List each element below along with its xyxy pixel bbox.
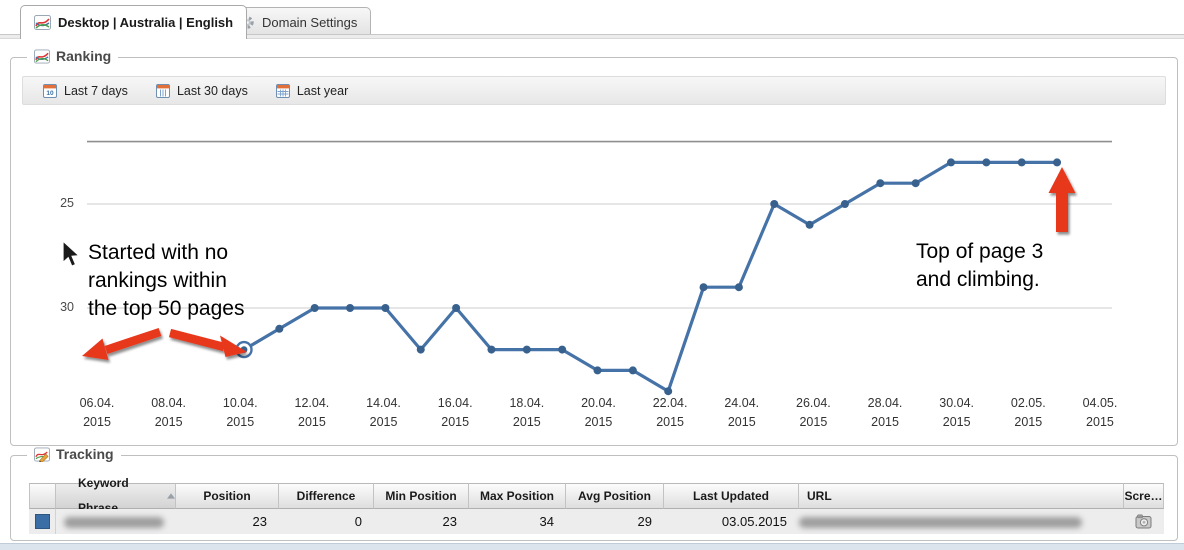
x-axis-tick: 30.04.2015 [921,394,993,432]
data-point[interactable] [523,346,531,354]
column-header-difference[interactable]: Difference [279,483,374,509]
toolbar-button-label: Last 7 days [64,84,128,98]
keyword-cell [56,509,176,534]
y-axis-tick: 25 [48,196,74,210]
data-point[interactable] [982,158,990,166]
data-point[interactable] [417,346,425,354]
column-header-url[interactable]: URL [799,483,1124,509]
last-7-days-button[interactable]: 10 Last 7 days [29,77,142,104]
data-point[interactable] [241,346,248,353]
max-position-cell: 34 [469,509,566,534]
tab-label: Desktop | Australia | English [58,15,233,30]
sort-ascending-icon [167,493,175,499]
annotation-right: Top of page 3 and climbing. [916,238,1043,294]
x-axis-tick: 08.04.2015 [133,394,205,432]
url-cell [799,509,1124,534]
data-point[interactable] [912,179,920,187]
data-point[interactable] [841,200,849,208]
column-header-max-position[interactable]: Max Position [469,483,566,509]
tracking-edit-icon [34,447,50,462]
x-axis-tick: 26.04.2015 [777,394,849,432]
svg-text:10: 10 [46,90,54,97]
chart-lines-icon [34,15,51,30]
x-axis-tick: 10.04.2015 [204,394,276,432]
series-color-swatch [35,514,50,529]
avg-position-cell: 29 [566,509,664,534]
last-30-days-button[interactable]: Last 30 days [142,77,262,104]
series-swatch-cell [29,509,56,534]
ranking-chart-icon [34,49,50,64]
tab-label: Domain Settings [262,15,357,30]
tracking-panel: Tracking Keyword Phrase Position Differe… [10,455,1178,541]
camera-icon[interactable] [1135,514,1153,529]
toolbar-button-label: Last 30 days [177,84,248,98]
data-point[interactable] [876,179,884,187]
x-axis-tick: 02.05.2015 [992,394,1064,432]
data-point[interactable] [558,346,566,354]
tracking-legend: Tracking [27,446,121,462]
data-point[interactable] [735,283,743,291]
data-point[interactable] [700,283,708,291]
data-point[interactable] [664,387,672,395]
data-point[interactable] [947,158,955,166]
toolbar-button-label: Last year [297,84,348,98]
calendar-7-icon: 10 [43,83,57,98]
position-cell: 23 [176,509,279,534]
panel-title: Tracking [56,446,114,462]
x-axis-tick: 16.04.2015 [419,394,491,432]
x-axis-tick: 20.04.2015 [562,394,634,432]
data-point[interactable] [1053,158,1061,166]
tab-domain-settings[interactable]: Domain Settings [226,7,371,36]
tracking-table: Keyword Phrase Position Difference Min P… [29,483,1164,534]
annotation-left: Started with no rankings within the top … [88,239,244,323]
blurred-url [799,517,1082,528]
column-header-keyword-phrase[interactable]: Keyword Phrase [56,483,176,509]
data-point[interactable] [806,221,814,229]
y-axis-tick: 30 [48,300,74,314]
data-point[interactable] [770,200,778,208]
last-updated-cell: 03.05.2015 [664,509,799,534]
column-header-min-position[interactable]: Min Position [374,483,469,509]
last-year-button[interactable]: Last year [262,77,362,104]
screenshot-cell [1124,509,1164,534]
column-header-last-updated[interactable]: Last Updated [664,483,799,509]
x-axis-tick: 28.04.2015 [849,394,921,432]
table-header-row: Keyword Phrase Position Difference Min P… [29,483,1164,509]
data-point[interactable] [594,366,602,374]
min-position-cell: 23 [374,509,469,534]
x-axis-tick: 24.04.2015 [706,394,778,432]
tab-desktop-australia-english[interactable]: Desktop | Australia | English [20,5,247,39]
x-axis-tick: 18.04.2015 [491,394,563,432]
calendar-30-icon [156,83,170,98]
ranking-legend: Ranking [27,48,118,64]
column-header-screenshot[interactable]: Scre… [1124,483,1164,509]
column-header-position[interactable]: Position [176,483,279,509]
date-range-toolbar: 10 Last 7 days Last 30 days Last year [22,76,1166,105]
table-row[interactable]: 23 0 23 34 29 03.05.2015 [29,509,1164,534]
column-header-avg-position[interactable]: Avg Position [566,483,664,509]
column-header-select[interactable] [29,483,56,509]
data-point[interactable] [381,304,389,312]
data-point[interactable] [487,346,495,354]
x-axis-tick: 04.05.2015 [1064,394,1136,432]
calendar-year-icon [276,83,290,98]
data-point[interactable] [275,325,283,333]
data-point[interactable] [629,366,637,374]
data-point[interactable] [346,304,354,312]
blurred-keyword [64,517,164,528]
panel-title: Ranking [56,48,111,64]
data-point[interactable] [311,304,319,312]
x-axis-tick: 14.04.2015 [348,394,420,432]
data-point[interactable] [1018,158,1026,166]
data-point[interactable] [452,304,460,312]
x-axis-tick: 22.04.2015 [634,394,706,432]
x-axis-tick: 06.04.2015 [61,394,133,432]
x-axis-tick: 12.04.2015 [276,394,348,432]
difference-cell: 0 [279,509,374,534]
